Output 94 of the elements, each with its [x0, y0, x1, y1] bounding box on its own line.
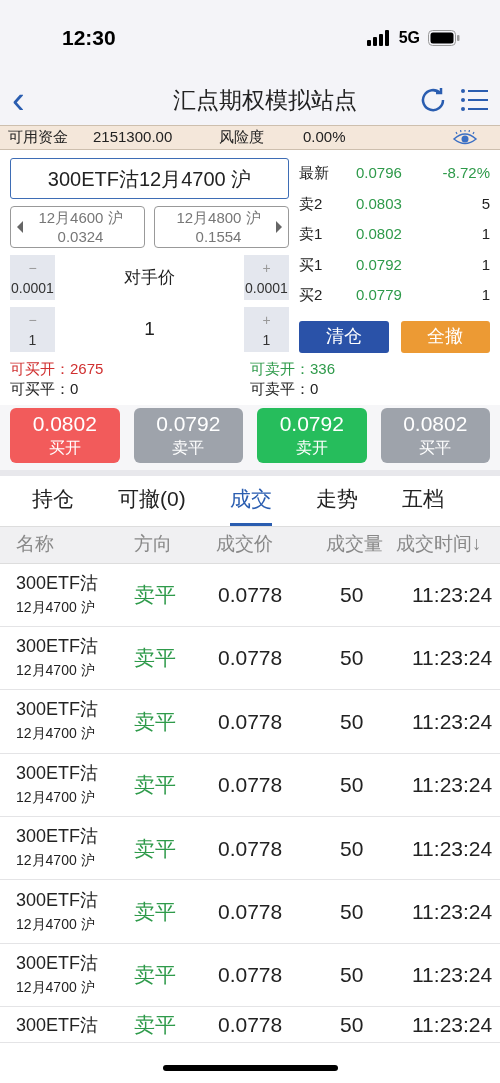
risk-value: 0.00%: [303, 127, 347, 148]
prev-contract-button[interactable]: 12月4600 沪 0.0324: [10, 206, 145, 248]
quote-label: 买2: [299, 285, 324, 305]
contract-detail: 12月4700 沪: [16, 724, 96, 744]
eye-icon[interactable]: [452, 129, 478, 146]
direction-cell-text: 卖平: [134, 1012, 177, 1038]
quote-label: 最新: [299, 163, 330, 183]
quote-price: 0.0802: [356, 224, 403, 244]
contract-name: 300ETF沽: [16, 825, 100, 849]
direction-cell-text: 卖平: [134, 708, 177, 735]
volume-cell-text: 50: [339, 835, 365, 862]
volume-cell-text: 50: [339, 645, 365, 672]
quote-price: 0.0779: [356, 285, 403, 305]
volume-cell-text: 50: [339, 1012, 365, 1038]
volume-cell-text: 50: [339, 708, 365, 735]
decrement-button[interactable]: − 0.0001: [10, 255, 55, 300]
availability-text: 可卖平：0: [250, 378, 320, 399]
increment-button[interactable]: + 1: [244, 307, 289, 352]
clock: 12:30: [62, 24, 116, 51]
volume-cell-text: 50: [339, 962, 365, 989]
availability-text: 可买开：2675: [10, 358, 105, 379]
menu-icon[interactable]: [460, 88, 488, 112]
funds-value: 2151300.00: [93, 127, 174, 148]
change-percent: -8.72%: [442, 163, 490, 183]
contract-field[interactable]: 300ETF沽12月4700 沪: [10, 158, 289, 199]
quote-price: 0.0796: [356, 163, 403, 183]
tab[interactable]: 持仓: [32, 475, 74, 526]
price-cell-text: 0.0778: [217, 581, 284, 608]
right-triangle-icon: [276, 221, 282, 233]
volume-cell-text: 50: [339, 772, 365, 799]
quote-label: 卖2: [299, 193, 324, 214]
time-cell-text: 11:23:24: [411, 835, 494, 862]
back-button[interactable]: ‹: [12, 81, 52, 119]
contract-detail: 12月4700 沪: [16, 978, 96, 998]
direction-cell-text: 卖平: [134, 835, 177, 862]
direction-cell-text: 卖平: [134, 581, 177, 608]
contract-name: 300ETF沽: [16, 952, 100, 976]
contract-name: 300ETF沽: [16, 635, 100, 659]
contract-name: 300ETF沽: [16, 571, 100, 595]
price-cell-text: 0.0778: [217, 898, 284, 925]
quote-label: 买1: [299, 254, 324, 275]
quote-volume: 1: [481, 285, 490, 305]
funds-label: 可用资金: [8, 127, 69, 148]
price-cell-text: 0.0778: [217, 1012, 284, 1038]
next-contract-button[interactable]: 12月4800 沪 0.1554: [154, 206, 289, 248]
time-cell-text: 11:23:24: [411, 1012, 494, 1038]
battery-icon: [428, 29, 460, 46]
price-field[interactable]: 对手价: [55, 255, 244, 300]
price-cell-text: 0.0778: [217, 835, 284, 862]
direction-cell-text: 卖平: [134, 898, 177, 925]
network-type: 5G: [398, 27, 420, 48]
volume-cell-text: 50: [339, 581, 365, 608]
contract-detail: 12月4700 沪: [16, 914, 96, 934]
quote-price: 0.0803: [356, 193, 403, 214]
availability-text: 可买平：0: [10, 378, 80, 399]
quote-volume: 1: [481, 254, 490, 275]
price-cell-text: 0.0778: [217, 708, 284, 735]
price-cell-text: 0.0778: [217, 772, 284, 799]
quote-volume: 1: [481, 224, 490, 244]
quote-label: 卖1: [299, 224, 324, 244]
qty-field[interactable]: 1: [55, 307, 244, 352]
direction-cell-text: 卖平: [134, 772, 177, 799]
time-cell-text: 11:23:24: [411, 581, 494, 608]
volume-cell-text: 50: [339, 898, 365, 925]
time-cell-text: 11:23:24: [411, 772, 494, 799]
contract-detail: 12月4700 沪: [16, 787, 96, 807]
contract-detail: 12月4700 沪: [16, 851, 96, 871]
decrement-button[interactable]: − 1: [10, 307, 55, 352]
tab[interactable]: 走势: [315, 475, 358, 526]
tab[interactable]: 可撤(0): [118, 475, 186, 526]
contract-name: 300ETF沽: [16, 888, 100, 912]
direction-cell-text: 卖平: [134, 645, 177, 672]
contract-name: 300ETF沽: [16, 761, 100, 785]
price-cell-text: 0.0778: [217, 645, 284, 672]
risk-label: 风险度: [219, 127, 265, 148]
availability-text: 可卖开：336: [250, 358, 337, 379]
increment-button[interactable]: + 0.0001: [244, 255, 289, 300]
time-cell-text: 11:23:24: [411, 962, 494, 989]
contract-name: 300ETF沽: [16, 698, 100, 722]
time-cell-text: 11:23:24: [411, 708, 494, 735]
signal-icon: [366, 29, 391, 46]
time-cell-text: 11:23:24: [411, 645, 494, 672]
contract-name: 300ETF沽: [16, 1013, 100, 1037]
quote-volume: 5: [481, 193, 490, 214]
page-title: 汇点期权模拟站点: [173, 85, 357, 115]
contract-detail: 12月4700 沪: [16, 597, 96, 617]
time-cell-text: 11:23:24: [411, 898, 494, 925]
quote-price: 0.0792: [356, 254, 403, 275]
contract-detail: 12月4700 沪: [16, 661, 96, 681]
action-button[interactable]: 清仓: [299, 320, 389, 353]
tab[interactable]: 五档: [401, 475, 444, 526]
price-cell-text: 0.0778: [217, 962, 284, 989]
direction-cell-text: 卖平: [134, 962, 177, 989]
left-triangle-icon: [17, 221, 23, 233]
